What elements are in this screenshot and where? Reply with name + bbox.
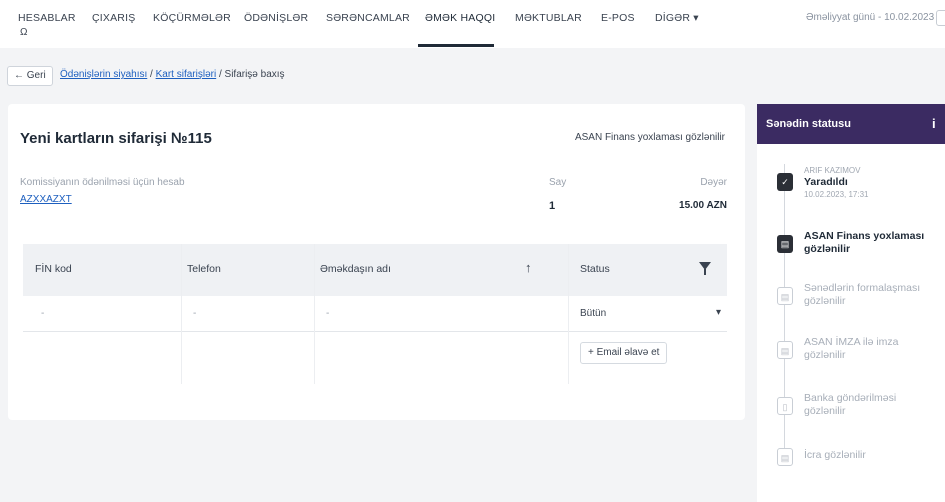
- amount-label: Dəyər: [700, 177, 727, 188]
- add-email-button[interactable]: + Email əlavə et: [580, 342, 668, 364]
- status-panel-header: Sənədin statusu i: [757, 104, 945, 144]
- operational-date: Əməliyyat günü - 10.02.2023: [806, 12, 935, 23]
- nav-item-emek-haqqi[interactable]: ƏMƏK HAQQI: [425, 12, 495, 24]
- column-divider: [568, 244, 569, 384]
- page-title: Yeni kartların sifarişi №115: [20, 130, 212, 147]
- step-label: İcra gözlənilir: [804, 449, 866, 461]
- info-icon[interactable]: i: [932, 116, 936, 131]
- nav-item-diger[interactable]: DİGƏR ▾: [655, 12, 699, 24]
- column-header-status[interactable]: Status: [580, 263, 610, 275]
- breadcrumb: Ödənişlərin siyahısı / Kart sifarişləri …: [60, 69, 285, 80]
- user-menu-button[interactable]: [936, 10, 945, 26]
- count-value: 1: [549, 200, 556, 212]
- step-label: Banka göndərilməsi gözlənilir: [804, 392, 897, 417]
- cell-employee-name: -: [326, 308, 330, 319]
- step-date: 10.02.2023, 17:31: [804, 190, 869, 199]
- breadcrumb-payments-list[interactable]: Ödənişlərin siyahısı: [60, 69, 147, 80]
- document-icon: ▤: [777, 235, 793, 253]
- commission-account-link[interactable]: AZXXAZXT: [20, 194, 72, 205]
- nav-sub-icon[interactable]: Ω: [20, 27, 27, 38]
- check-icon: ✓: [777, 173, 793, 191]
- active-tab-indicator: [418, 44, 494, 47]
- signature-icon: ▤: [777, 341, 793, 359]
- cell-fin: -: [41, 308, 45, 319]
- back-button[interactable]: ← Geri: [7, 66, 53, 86]
- timeline-line: [784, 164, 785, 464]
- step-label: ASAN Finans yoxlaması gözlənilir: [804, 230, 925, 255]
- nav-item-kocurmeler[interactable]: KÖÇÜRMƏLƏR: [153, 12, 231, 24]
- top-navigation: HESABLAR ÇIXARIŞ KÖÇÜRMƏLƏR ÖDƏNİŞLƏR SƏ…: [0, 0, 945, 48]
- sort-arrow-icon[interactable]: ↑: [525, 260, 532, 275]
- nav-item-epos[interactable]: E-POS: [601, 12, 635, 24]
- nav-item-serencamlar[interactable]: SƏRƏNCAMLAR: [326, 12, 410, 24]
- breadcrumb-card-orders[interactable]: Kart sifarişləri: [156, 69, 217, 80]
- filter-icon-stem: [704, 269, 706, 275]
- breadcrumb-current: / Sifarişə baxış: [216, 69, 285, 80]
- step-label: Yaradıldı: [804, 176, 848, 188]
- nav-item-cixaris[interactable]: ÇIXARIŞ: [92, 12, 135, 24]
- cell-phone: -: [193, 308, 197, 319]
- nav-item-hesablar[interactable]: HESABLAR: [18, 12, 76, 24]
- table-row: - - - Bütün ▾: [23, 296, 727, 332]
- column-header-fin[interactable]: FİN kod: [35, 263, 72, 275]
- column-divider: [181, 244, 182, 384]
- order-card: Yeni kartların sifarişi №115 ASAN Finans…: [8, 104, 745, 420]
- status-filter-select[interactable]: Bütün: [580, 308, 606, 319]
- step-label: Sənədlərin formalaşması gözlənilir: [804, 282, 921, 307]
- chevron-down-icon[interactable]: ▾: [716, 307, 721, 318]
- column-divider: [314, 244, 315, 384]
- document-icon: ▤: [777, 287, 793, 305]
- nav-item-odenisler[interactable]: ÖDƏNİŞLƏR: [244, 12, 308, 24]
- breadcrumb-separator: /: [147, 69, 156, 80]
- step-label: ASAN İMZA ilə imza gözlənilir: [804, 336, 899, 361]
- commission-account-label: Komissiyanın ödənilməsi üçün hesab: [20, 177, 185, 188]
- execution-icon: ▤: [777, 448, 793, 466]
- document-status-panel: Sənədin statusu i ✓ ARIF KAZIMOV Yaradıl…: [757, 104, 945, 502]
- nav-item-mektublar[interactable]: MƏKTUBLAR: [515, 12, 582, 24]
- column-header-employee-name[interactable]: Əməkdaşın adı: [320, 263, 391, 275]
- step-author: ARIF KAZIMOV: [804, 166, 861, 175]
- amount-value: 15.00 AZN: [679, 200, 727, 211]
- count-label: Say: [549, 177, 567, 188]
- status-panel-title: Sənədin statusu: [766, 118, 851, 130]
- bank-icon: ▯: [777, 397, 793, 415]
- table-header: FİN kod Telefon Əməkdaşın adı ↑ Status: [23, 244, 727, 296]
- column-header-phone[interactable]: Telefon: [187, 263, 221, 275]
- order-status-text: ASAN Finans yoxlaması gözlənilir: [574, 132, 725, 143]
